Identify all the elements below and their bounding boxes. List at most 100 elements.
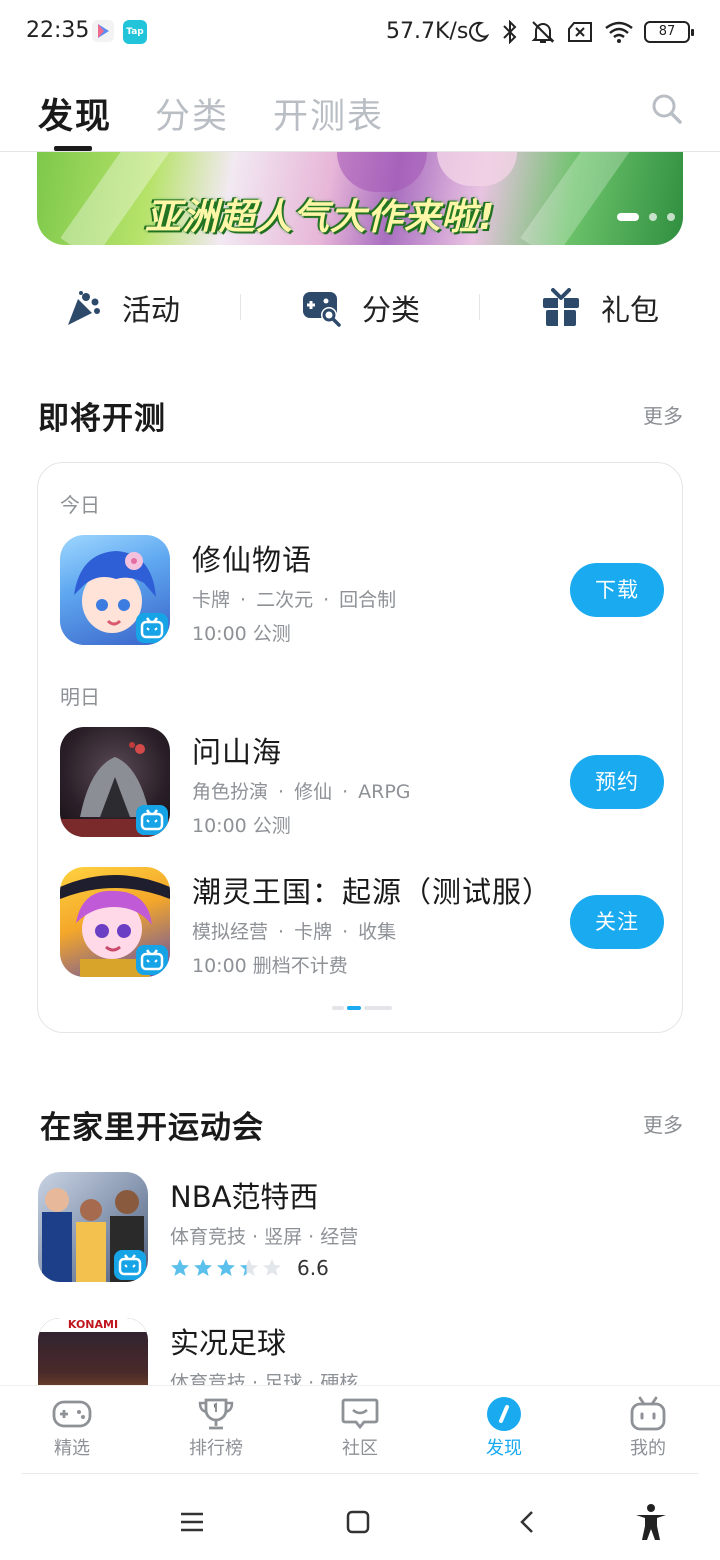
download-button[interactable]: 下载 <box>570 563 664 617</box>
rating-score: 6.6 <box>297 1256 329 1280</box>
nav-profile[interactable]: 我的 <box>603 1396 693 1460</box>
game-tags: 模拟经营 · 卡牌 · 收集 <box>192 921 397 943</box>
gamepad-icon <box>52 1400 92 1428</box>
section-title-upcoming: 即将开测 <box>38 401 166 437</box>
game-tags: 体育竞技 · 竖屏 · 经营 <box>170 1226 359 1248</box>
banner-dot <box>649 213 657 221</box>
game-name: 潮灵王国：起源（测试服） <box>192 875 553 909</box>
game-name: 问山海 <box>192 735 283 769</box>
network-speed: 57.7K/s <box>386 19 469 44</box>
follow-button[interactable]: 关注 <box>570 895 664 949</box>
nav-discover[interactable]: 发现 <box>459 1396 549 1460</box>
game-time: 10:00 公测 <box>192 623 291 645</box>
play-store-icon <box>92 20 114 42</box>
nav-label: 发现 <box>486 1438 522 1459</box>
banner-pager <box>617 213 675 221</box>
back-icon[interactable] <box>507 1502 547 1542</box>
home-icon[interactable] <box>338 1502 378 1542</box>
quick-entry-label: 分类 <box>362 293 421 327</box>
promo-banner[interactable]: 亚洲超人气大作来啦! <box>37 152 683 245</box>
status-icons: 87 <box>466 17 694 47</box>
quick-entry-label: 活动 <box>122 293 181 327</box>
section-title-sports: 在家里开运动会 <box>40 1110 264 1146</box>
star-icon <box>217 1259 235 1276</box>
card-pager-dot <box>347 1006 361 1010</box>
nav-ranking[interactable]: 排行榜 <box>171 1396 261 1460</box>
half-star-icon <box>240 1259 258 1276</box>
bilibili-badge-icon <box>136 945 168 975</box>
chat-bubble-icon <box>341 1398 379 1430</box>
nav-label: 我的 <box>630 1438 666 1459</box>
game-icon-nba <box>38 1172 148 1282</box>
bell-off-icon <box>531 21 555 43</box>
quick-entry-category[interactable]: 分类 <box>302 282 420 334</box>
tab-category[interactable]: 分类 <box>155 88 229 139</box>
bottom-nav: 精选 排行榜 社区 发现 我的 <box>0 1385 720 1475</box>
game-time: 10:00 公测 <box>192 815 291 837</box>
sports-more-link[interactable]: 更多 <box>643 1109 683 1138</box>
game-item[interactable]: 问山海 角色扮演 · 修仙 · ARPG 10:00 公测 预约 <box>60 727 664 839</box>
tab-discover[interactable]: 发现 <box>38 88 112 139</box>
nav-label: 精选 <box>54 1438 90 1459</box>
wifi-icon <box>605 21 633 43</box>
battery-icon: 87 <box>644 21 694 43</box>
banner-dot <box>667 213 675 221</box>
list-item[interactable]: NBA范特西 体育竞技 · 竖屏 · 经营 6.6 <box>38 1172 684 1284</box>
gift-icon <box>543 288 579 326</box>
nav-label: 排行榜 <box>189 1438 243 1459</box>
top-tabs: 发现 分类 开测表 <box>0 82 720 152</box>
quick-entries: 活动 分类 礼包 <box>0 282 720 334</box>
game-icon-chaoling <box>60 867 170 977</box>
tv-face-icon <box>630 1396 666 1431</box>
icon-brand-text: KONAMI <box>38 1318 148 1332</box>
quick-entry-gifts[interactable]: 礼包 <box>541 282 659 334</box>
game-time: 10:00 删档不计费 <box>192 955 348 977</box>
game-name: NBA范特西 <box>170 1180 319 1214</box>
status-bar: 22:35 Tap 57.7K/s 87 <box>0 0 720 64</box>
star-empty-icon <box>263 1259 281 1276</box>
card-pager <box>332 1006 392 1010</box>
game-icon-xiuxian <box>60 535 170 645</box>
system-nav-bar <box>0 1476 720 1560</box>
gamepad-search-icon <box>303 292 341 327</box>
taptap-icon: Tap <box>123 20 147 44</box>
upcoming-card: 今日 修仙物语 卡牌 · 二次元 · 回合制 10:00 公测 下载 明日 问山… <box>37 462 683 1033</box>
quick-entry-label: 礼包 <box>601 293 660 327</box>
bilibili-badge-icon <box>136 613 168 643</box>
game-name: 实况足球 <box>170 1326 287 1360</box>
card-pager-dot <box>332 1006 344 1010</box>
tab-test-schedule[interactable]: 开测表 <box>273 88 384 139</box>
compass-icon <box>487 1397 521 1431</box>
quick-entry-events[interactable]: 活动 <box>64 282 180 334</box>
upcoming-more-link[interactable]: 更多 <box>643 400 683 429</box>
rating: 6.6 <box>170 1256 329 1280</box>
game-item[interactable]: 潮灵王国：起源（测试服） 模拟经营 · 卡牌 · 收集 10:00 删档不计费 关注 <box>60 867 664 979</box>
game-tags: 角色扮演 · 修仙 · ARPG <box>192 781 411 803</box>
bluetooth-icon <box>503 19 517 45</box>
no-sim-icon <box>568 22 592 42</box>
banner-dot <box>617 213 639 221</box>
day-label-today: 今日 <box>60 493 100 517</box>
card-pager-dot <box>364 1006 392 1010</box>
accessibility-icon[interactable] <box>631 1502 671 1542</box>
game-tags: 卡牌 · 二次元 · 回合制 <box>192 589 397 611</box>
star-icon <box>194 1259 212 1276</box>
game-item[interactable]: 修仙物语 卡牌 · 二次元 · 回合制 10:00 公测 下载 <box>60 535 664 647</box>
bilibili-badge-icon <box>136 805 168 835</box>
game-icon-wenshanhai <box>60 727 170 837</box>
banner-title: 亚洲超人气大作来啦! <box>145 197 496 238</box>
party-popper-icon <box>68 291 100 325</box>
game-name: 修仙物语 <box>192 543 313 577</box>
nav-featured[interactable]: 精选 <box>27 1396 117 1460</box>
nav-community[interactable]: 社区 <box>315 1396 405 1460</box>
menu-icon[interactable] <box>172 1502 212 1542</box>
nav-divider <box>22 1473 698 1474</box>
status-time: 22:35 <box>26 18 90 43</box>
nav-label: 社区 <box>342 1438 378 1459</box>
star-icon <box>171 1259 189 1276</box>
search-icon[interactable] <box>650 92 684 126</box>
reserve-button[interactable]: 预约 <box>570 755 664 809</box>
trophy-icon <box>198 1398 234 1430</box>
day-label-tomorrow: 明日 <box>60 685 100 709</box>
bilibili-badge-icon <box>114 1250 146 1280</box>
